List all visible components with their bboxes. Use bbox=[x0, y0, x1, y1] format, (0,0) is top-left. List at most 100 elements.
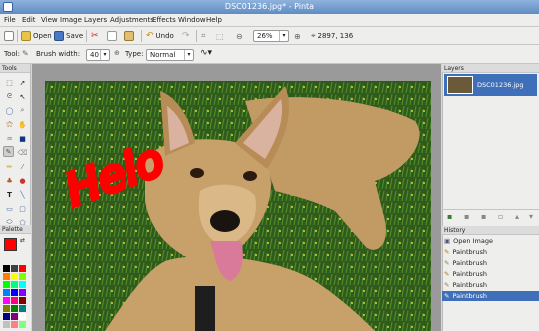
palette-swatch[interactable] bbox=[19, 289, 26, 296]
zoom-combo[interactable]: 26% ▾ bbox=[253, 30, 289, 42]
image-canvas[interactable]: Helo bbox=[45, 81, 431, 331]
move-layer-down-icon[interactable]: ▾ bbox=[529, 212, 533, 221]
menu-edit[interactable]: Edit bbox=[22, 16, 36, 24]
clone-stamp-icon[interactable]: ♣ bbox=[4, 175, 15, 186]
palette-swatch[interactable] bbox=[11, 281, 18, 288]
paintbrush-icon[interactable]: ✎ bbox=[22, 49, 32, 59]
palette-swatch[interactable] bbox=[3, 281, 10, 288]
brush-type-combo[interactable]: Normal ▾ bbox=[146, 49, 194, 61]
palette-swatch[interactable] bbox=[19, 305, 26, 312]
rectangle-select-icon[interactable]: ⬚ bbox=[4, 77, 15, 88]
new-button[interactable] bbox=[4, 29, 14, 43]
chevron-down-icon[interactable]: ▾ bbox=[100, 50, 109, 60]
zoom-in-icon: ⊕ bbox=[294, 31, 301, 41]
rounded-rectangle-icon[interactable]: ▢ bbox=[17, 203, 28, 214]
palette-swatch[interactable] bbox=[3, 273, 10, 280]
palette-swatch[interactable] bbox=[19, 281, 26, 288]
layers-header: Layers bbox=[442, 64, 539, 73]
palette-swatch[interactable] bbox=[11, 289, 18, 296]
history-panel: History ▣ Open Image ✎ Paintbrush ✎ Paintbr… bbox=[442, 226, 539, 331]
palette-swatch[interactable] bbox=[3, 321, 10, 328]
chevron-down-icon[interactable]: ▾ bbox=[279, 31, 288, 41]
palette-swatch[interactable] bbox=[3, 305, 10, 312]
stroke-style-icon[interactable]: ∿▾ bbox=[200, 48, 212, 58]
pencil-icon[interactable]: ✏ bbox=[4, 161, 15, 172]
duplicate-layer-icon[interactable]: ▪ bbox=[481, 212, 486, 221]
palette-swatch[interactable] bbox=[3, 289, 10, 296]
delete-layer-icon[interactable]: ▪ bbox=[464, 212, 469, 221]
history-item[interactable]: ✎ Paintbrush bbox=[442, 269, 539, 279]
menu-effects[interactable]: Effects bbox=[152, 16, 176, 24]
deselect-button[interactable]: ⬚ bbox=[216, 29, 224, 43]
palette-swatches[interactable] bbox=[3, 265, 27, 331]
open-button[interactable]: Open bbox=[21, 29, 52, 43]
magic-wand-icon[interactable]: ⚝ bbox=[4, 119, 15, 130]
palette-swatch[interactable] bbox=[19, 273, 26, 280]
menu-image[interactable]: Image bbox=[60, 16, 82, 24]
redo-button[interactable]: ↷ bbox=[182, 29, 190, 43]
palette-swatch[interactable] bbox=[19, 297, 26, 304]
palette-swatch[interactable] bbox=[11, 305, 18, 312]
palette-swatch[interactable] bbox=[19, 321, 26, 328]
palette-swatch[interactable] bbox=[19, 313, 26, 320]
crop-icon: ⌗ bbox=[201, 31, 206, 40]
chevron-down-icon[interactable]: ▾ bbox=[184, 50, 193, 60]
paste-button[interactable] bbox=[124, 29, 134, 43]
ellipse-select-icon[interactable]: ◯ bbox=[4, 105, 15, 116]
move-layer-up-icon[interactable]: ▴ bbox=[515, 212, 519, 221]
save-button[interactable]: Save bbox=[54, 29, 83, 43]
brush-width-combo[interactable]: 40 ▾ bbox=[86, 49, 110, 61]
history-item[interactable]: ✎ Paintbrush bbox=[442, 247, 539, 257]
menu-help[interactable]: Help bbox=[206, 16, 222, 24]
color-picker-icon[interactable]: ⁄ bbox=[17, 161, 28, 172]
paint-bucket-icon[interactable]: ♒ bbox=[4, 133, 15, 144]
zoom-value: 26% bbox=[257, 32, 273, 40]
pan-icon[interactable]: ✋ bbox=[17, 119, 28, 130]
palette-swatch[interactable] bbox=[3, 297, 10, 304]
primary-color-swatch[interactable] bbox=[4, 238, 17, 251]
brush-width-value: 40 bbox=[90, 51, 99, 59]
lasso-icon[interactable]: ᘓ bbox=[4, 91, 15, 102]
antialias-icon[interactable]: ⊕ bbox=[114, 49, 120, 57]
eraser-icon[interactable]: ⌫ bbox=[17, 147, 28, 158]
history-item-selected[interactable]: ✎ Paintbrush bbox=[442, 291, 539, 301]
history-item[interactable]: ✎ Paintbrush bbox=[442, 258, 539, 268]
palette-swatch[interactable] bbox=[11, 313, 18, 320]
cursor-position-icon: ⌖ bbox=[311, 31, 316, 40]
menu-layers[interactable]: Layers bbox=[84, 16, 107, 24]
merge-layer-icon[interactable]: ▫ bbox=[498, 212, 503, 221]
crop-button[interactable]: ⌗ bbox=[201, 29, 206, 43]
palette-swatch[interactable] bbox=[11, 273, 18, 280]
paintbrush-tool-icon[interactable]: ✎ bbox=[3, 146, 14, 157]
cut-button[interactable]: ✂ bbox=[91, 29, 99, 43]
zoom-out-button[interactable]: ⊖ bbox=[236, 29, 243, 43]
zoom-tool-icon[interactable]: ⌕ bbox=[17, 105, 28, 116]
palette-swatch[interactable] bbox=[11, 265, 18, 272]
move-icon[interactable]: ➚ bbox=[17, 77, 28, 88]
swap-colors-icon[interactable]: ⇄ bbox=[20, 237, 25, 244]
palette-swatch[interactable] bbox=[3, 265, 10, 272]
layer-item[interactable]: DSC01236.jpg bbox=[444, 74, 537, 96]
palette-swatch[interactable] bbox=[11, 297, 18, 304]
palette-swatch[interactable] bbox=[3, 313, 10, 320]
copy-button[interactable] bbox=[107, 29, 117, 43]
history-item[interactable]: ▣ Open Image bbox=[442, 236, 539, 246]
palette-swatch[interactable] bbox=[11, 321, 18, 328]
menu-view[interactable]: View bbox=[41, 16, 58, 24]
undo-button[interactable]: ↶ Undo bbox=[146, 29, 174, 43]
add-layer-icon[interactable]: ▪ bbox=[447, 212, 452, 221]
title-bar: DSC01236.jpg* - Pinta bbox=[0, 0, 539, 14]
text-tool-icon[interactable]: T bbox=[4, 189, 15, 200]
menu-window[interactable]: Window bbox=[178, 16, 206, 24]
palette-swatch[interactable] bbox=[19, 265, 26, 272]
paintbrush-icon: ✎ bbox=[444, 248, 450, 256]
zoom-in-button[interactable]: ⊕ bbox=[294, 29, 301, 43]
line-tool-icon[interactable]: ╲ bbox=[17, 189, 28, 200]
gradient-icon[interactable]: ■ bbox=[17, 133, 28, 144]
history-item[interactable]: ✎ Paintbrush bbox=[442, 280, 539, 290]
menu-adjustments[interactable]: Adjustments bbox=[110, 16, 154, 24]
menu-file[interactable]: File bbox=[4, 16, 16, 24]
rectangle-tool-icon[interactable]: ▭ bbox=[4, 203, 15, 214]
move-selection-icon[interactable]: ↖ bbox=[17, 91, 28, 102]
recolor-icon[interactable]: ● bbox=[17, 175, 28, 186]
